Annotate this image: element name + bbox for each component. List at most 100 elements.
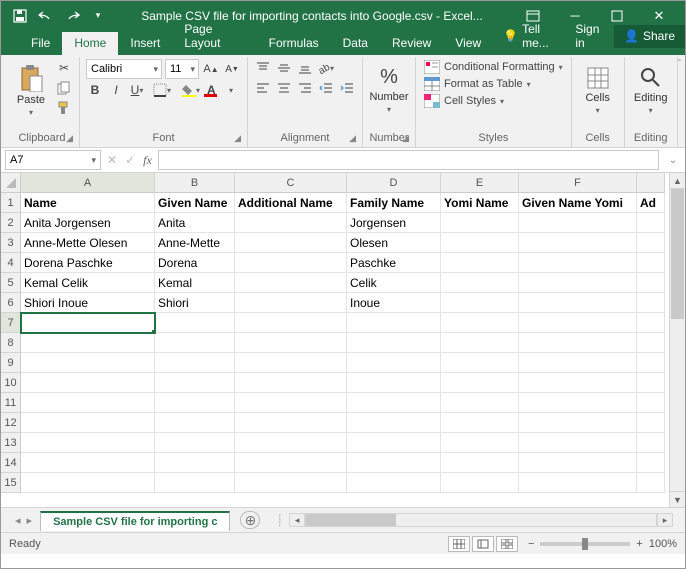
tab-page-layout[interactable]: Page Layout [172, 18, 256, 55]
row-header[interactable]: 15 [1, 473, 21, 493]
expand-formula-bar-icon[interactable]: ⌄ [665, 155, 681, 166]
redo-icon[interactable] [59, 6, 85, 26]
cell[interactable] [519, 353, 637, 373]
decrease-font-icon[interactable]: A▼ [223, 60, 241, 78]
collapse-ribbon-icon[interactable]: ˆ [678, 57, 681, 147]
cell[interactable] [441, 373, 519, 393]
tab-home[interactable]: Home [62, 32, 118, 55]
customize-qat-icon[interactable]: ▾ [85, 6, 111, 26]
cell[interactable]: Kemal [155, 273, 235, 293]
cell[interactable] [519, 373, 637, 393]
cell[interactable] [21, 433, 155, 453]
align-left-icon[interactable] [254, 79, 272, 97]
cell[interactable] [155, 393, 235, 413]
underline-icon[interactable]: U [128, 81, 146, 99]
cell[interactable] [519, 293, 637, 313]
sheet-tab-active[interactable]: Sample CSV file for importing c [40, 511, 230, 531]
cell[interactable]: Jorgensen [347, 213, 441, 233]
editing-button[interactable]: Editing ▾ [631, 59, 671, 121]
increase-font-icon[interactable]: A▲ [202, 60, 220, 78]
cell[interactable]: Celik [347, 273, 441, 293]
cut-icon[interactable]: ✂ [55, 59, 73, 77]
cell[interactable] [235, 353, 347, 373]
cell[interactable]: Dorena [155, 253, 235, 273]
cell[interactable] [347, 393, 441, 413]
cell[interactable] [637, 413, 665, 433]
cell[interactable] [235, 273, 347, 293]
cell[interactable] [21, 393, 155, 413]
cell[interactable] [441, 313, 519, 333]
cell[interactable] [637, 453, 665, 473]
undo-icon[interactable] [33, 6, 59, 26]
scroll-down-icon[interactable]: ▼ [670, 491, 685, 507]
cell[interactable] [519, 233, 637, 253]
cell[interactable]: Given Name [155, 193, 235, 213]
cell[interactable]: Anne-Mette [155, 233, 235, 253]
sign-in[interactable]: Sign in [565, 18, 614, 55]
cell[interactable] [519, 393, 637, 413]
cell[interactable]: Given Name Yomi [519, 193, 637, 213]
cell[interactable] [21, 453, 155, 473]
cells-button[interactable]: Cells ▾ [578, 59, 618, 121]
row-header[interactable]: 14 [1, 453, 21, 473]
format-as-table-button[interactable]: Format as Table ▾ [422, 76, 565, 92]
cell[interactable] [347, 453, 441, 473]
view-normal-icon[interactable] [448, 536, 470, 552]
cell[interactable] [155, 353, 235, 373]
cell[interactable] [519, 473, 637, 493]
col-header[interactable]: A [21, 173, 155, 193]
cell[interactable] [155, 453, 235, 473]
cell[interactable]: Shiori Inoue [21, 293, 155, 313]
cell[interactable] [441, 473, 519, 493]
cell[interactable] [637, 393, 665, 413]
share-button[interactable]: 👤Share [614, 25, 685, 48]
cell[interactable] [519, 213, 637, 233]
row-header[interactable]: 4 [1, 253, 21, 273]
cell[interactable] [235, 453, 347, 473]
clipboard-launcher-icon[interactable]: ◢ [66, 133, 73, 144]
number-launcher-icon[interactable]: ◢ [402, 133, 409, 144]
cell[interactable] [235, 253, 347, 273]
scroll-right-icon[interactable]: ▸ [657, 513, 673, 527]
hscroll-thumb[interactable] [306, 514, 396, 526]
cell[interactable] [235, 413, 347, 433]
bold-icon[interactable]: B [86, 81, 104, 99]
row-header[interactable]: 5 [1, 273, 21, 293]
cell[interactable] [637, 313, 665, 333]
cell[interactable] [441, 353, 519, 373]
cell[interactable] [347, 473, 441, 493]
cell[interactable] [21, 353, 155, 373]
cell[interactable] [519, 313, 637, 333]
cell[interactable] [441, 273, 519, 293]
align-center-icon[interactable] [275, 79, 293, 97]
cell[interactable]: Inoue [347, 293, 441, 313]
formula-input[interactable] [158, 150, 659, 170]
new-sheet-icon[interactable]: ⊕ [240, 511, 260, 529]
cell[interactable] [637, 213, 665, 233]
row-header[interactable]: 7 [1, 313, 21, 333]
cell[interactable] [637, 353, 665, 373]
tab-formulas[interactable]: Formulas [257, 32, 331, 55]
increase-indent-icon[interactable] [338, 79, 356, 97]
row-header[interactable]: 2 [1, 213, 21, 233]
cell-styles-button[interactable]: Cell Styles ▾ [422, 93, 565, 109]
copy-icon[interactable] [55, 79, 73, 97]
tab-data[interactable]: Data [331, 32, 380, 55]
cell[interactable]: Olesen [347, 233, 441, 253]
row-header[interactable]: 12 [1, 413, 21, 433]
cell[interactable] [347, 313, 441, 333]
col-header[interactable]: F [519, 173, 637, 193]
row-header[interactable]: 1 [1, 193, 21, 213]
row-header[interactable]: 6 [1, 293, 21, 313]
paste-button[interactable]: Paste ▾ [11, 59, 51, 121]
cell[interactable] [637, 233, 665, 253]
cell[interactable] [441, 453, 519, 473]
cell[interactable] [441, 433, 519, 453]
save-icon[interactable] [7, 6, 33, 26]
tab-view[interactable]: View [443, 32, 493, 55]
cell[interactable] [347, 413, 441, 433]
orientation-icon[interactable]: ab [317, 59, 335, 77]
row-header[interactable]: 11 [1, 393, 21, 413]
cell[interactable] [637, 333, 665, 353]
align-middle-icon[interactable] [275, 59, 293, 77]
